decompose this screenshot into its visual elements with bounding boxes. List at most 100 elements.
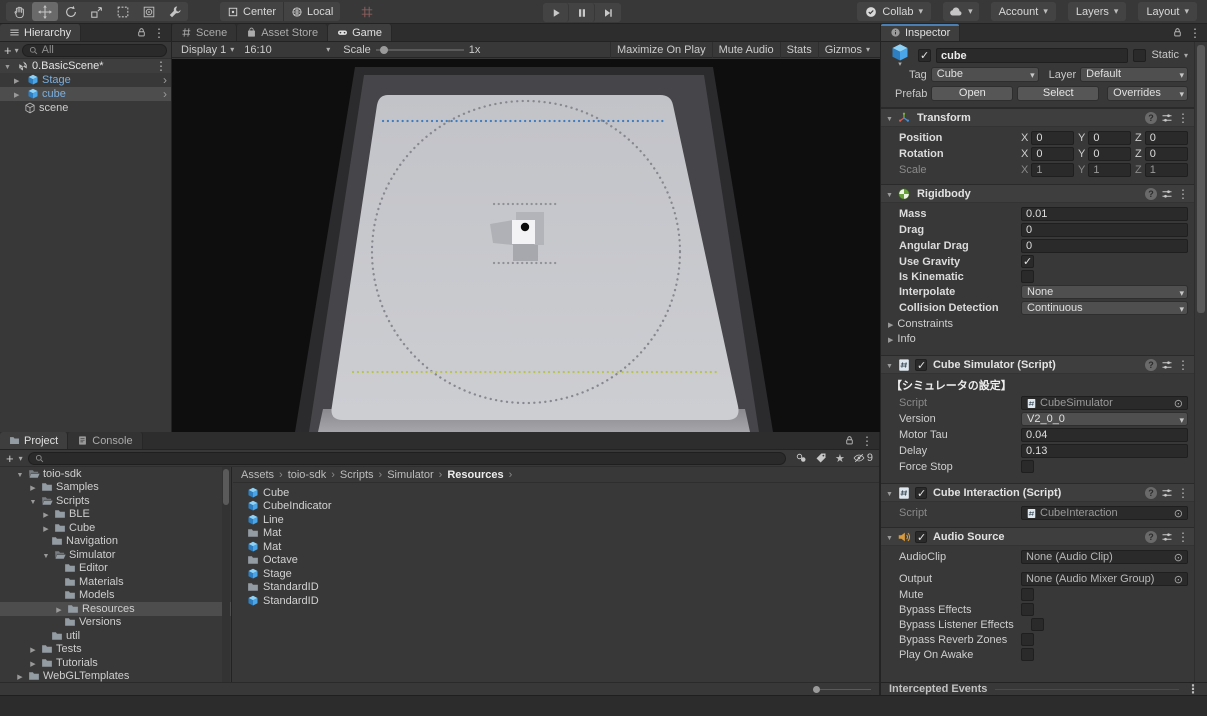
object-picker-icon[interactable] [1174,397,1183,410]
foldout-icon[interactable] [15,670,25,682]
hierarchy-search-input[interactable]: All [22,44,167,57]
cube-simulator-header[interactable]: Cube Simulator (Script) ? [881,355,1194,374]
presets-icon[interactable] [1161,188,1173,200]
foldout-icon[interactable] [886,359,893,371]
presets-icon[interactable] [1161,359,1173,371]
maximize-on-play-button[interactable]: Maximize On Play [610,42,712,58]
version-dropdown[interactable]: V2_0_0 [1021,412,1188,426]
asset-item[interactable]: CubeIndicator [233,500,879,514]
is-kinematic-checkbox[interactable] [1021,270,1034,283]
prefab-arrow-icon[interactable] [163,87,167,101]
create-button[interactable]: + [4,45,12,56]
tree-item-versions[interactable]: Versions [0,616,231,630]
constraints-foldout[interactable]: Constraints [881,316,1194,331]
mute-audio-button[interactable]: Mute Audio [712,42,780,58]
scale-y-field[interactable]: 1 [1088,163,1131,177]
tree-item-materials[interactable]: Materials [0,575,231,589]
kebab-menu-icon[interactable] [1189,26,1201,40]
tree-item-cube[interactable]: Cube [0,521,231,535]
inspector-scrollbar[interactable] [1194,42,1207,682]
hierarchy-item-scene[interactable]: scene [0,101,171,115]
object-picker-icon[interactable] [1174,507,1183,520]
icon-caret[interactable]: ▾ [898,63,902,67]
tree-scrollbar-thumb[interactable] [223,469,229,505]
foldout-icon[interactable] [41,508,51,520]
position-y-field[interactable]: 0 [1088,131,1131,145]
mute-checkbox[interactable] [1021,588,1034,601]
kebab-menu-icon[interactable] [1177,530,1189,544]
position-z-field[interactable]: 0 [1145,131,1188,145]
mass-field[interactable]: 0.01 [1021,207,1188,221]
help-icon[interactable]: ? [1145,188,1157,200]
tab-project[interactable]: Project [0,432,68,449]
foldout-icon[interactable] [41,549,51,561]
drag-field[interactable]: 0 [1021,223,1188,237]
rect-tool-button[interactable] [110,2,136,21]
tree-item-simulator[interactable]: Simulator [0,548,231,562]
foldout-icon[interactable] [14,88,24,100]
tab-asset-store[interactable]: Asset Store [237,24,328,41]
lock-icon[interactable] [1172,27,1183,38]
tree-item-webgltemplates[interactable]: WebGLTemplates [0,670,231,683]
tree-scrollbar[interactable] [222,467,230,682]
custom-tools-button[interactable] [162,2,188,21]
breadcrumb-assets[interactable]: Assets [241,469,274,481]
tree-item-ble[interactable]: BLE [0,508,231,522]
aspect-dropdown[interactable]: 16:10 [239,42,335,58]
foldout-icon[interactable] [886,487,893,499]
pause-button[interactable] [569,3,595,22]
info-foldout[interactable]: Info [881,331,1194,346]
foldout-icon[interactable] [4,60,14,72]
layout-dropdown[interactable]: Layout [1138,2,1197,21]
pivot-toggle-button[interactable]: Center [220,2,283,21]
audio-source-header[interactable]: Audio Source ? [881,527,1194,546]
asset-item[interactable]: Stage [233,567,879,581]
scale-slider[interactable] [376,49,464,51]
project-search-input[interactable] [28,452,786,465]
scale-z-field[interactable]: 1 [1145,163,1188,177]
rotation-y-field[interactable]: 0 [1088,147,1131,161]
static-checkbox[interactable] [1133,49,1146,62]
scale-tool-button[interactable] [84,2,110,21]
tree-item-tutorials[interactable]: Tutorials [0,656,231,670]
breadcrumb-simulator[interactable]: Simulator [387,469,433,481]
game-viewport[interactable] [172,59,880,432]
create-button[interactable]: + [6,453,14,464]
asset-item[interactable]: Octave [233,554,879,568]
tree-item-editor[interactable]: Editor [0,562,231,576]
collab-dropdown[interactable]: Collab [857,2,931,21]
foldout-icon[interactable] [14,74,24,86]
tree-item-resources[interactable]: Resources [0,602,231,616]
component-enabled-checkbox[interactable] [915,531,927,543]
foldout-icon[interactable] [28,657,38,669]
transform-tool-button[interactable] [136,2,162,21]
help-icon[interactable]: ? [1145,487,1157,499]
lock-icon[interactable] [844,435,855,446]
play-on-awake-checkbox[interactable] [1021,648,1034,661]
position-x-field[interactable]: 0 [1031,131,1074,145]
tab-console[interactable]: Console [68,432,142,449]
tree-item-util[interactable]: util [0,629,231,643]
tag-dropdown[interactable]: Cube [931,67,1039,82]
stats-button[interactable]: Stats [780,42,818,58]
presets-icon[interactable] [1161,531,1173,543]
intercepted-events-bar[interactable]: Intercepted Events [881,682,1207,695]
force-stop-checkbox[interactable] [1021,460,1034,473]
script-object-field[interactable]: CubeSimulator [1021,396,1188,410]
breadcrumb-scripts[interactable]: Scripts [340,469,374,481]
bypass-listener-checkbox[interactable] [1031,618,1044,631]
tree-item-navigation[interactable]: Navigation [0,535,231,549]
search-by-type-icon[interactable] [795,452,807,464]
favorites-star-icon[interactable]: ★ [835,452,845,465]
angular-drag-field[interactable]: 0 [1021,239,1188,253]
kebab-menu-icon[interactable] [1177,111,1189,125]
kebab-menu-icon[interactable] [861,434,873,448]
foldout-icon[interactable] [15,468,25,480]
scale-x-field[interactable]: 1 [1031,163,1074,177]
foldout-icon[interactable] [886,188,893,200]
display-dropdown[interactable]: Display 1 [176,42,239,58]
inspector-scrollbar-thumb[interactable] [1197,45,1205,313]
gizmos-dropdown[interactable]: Gizmos [818,42,876,58]
asset-item[interactable]: StandardID [233,581,879,595]
cloud-button[interactable] [943,2,979,21]
